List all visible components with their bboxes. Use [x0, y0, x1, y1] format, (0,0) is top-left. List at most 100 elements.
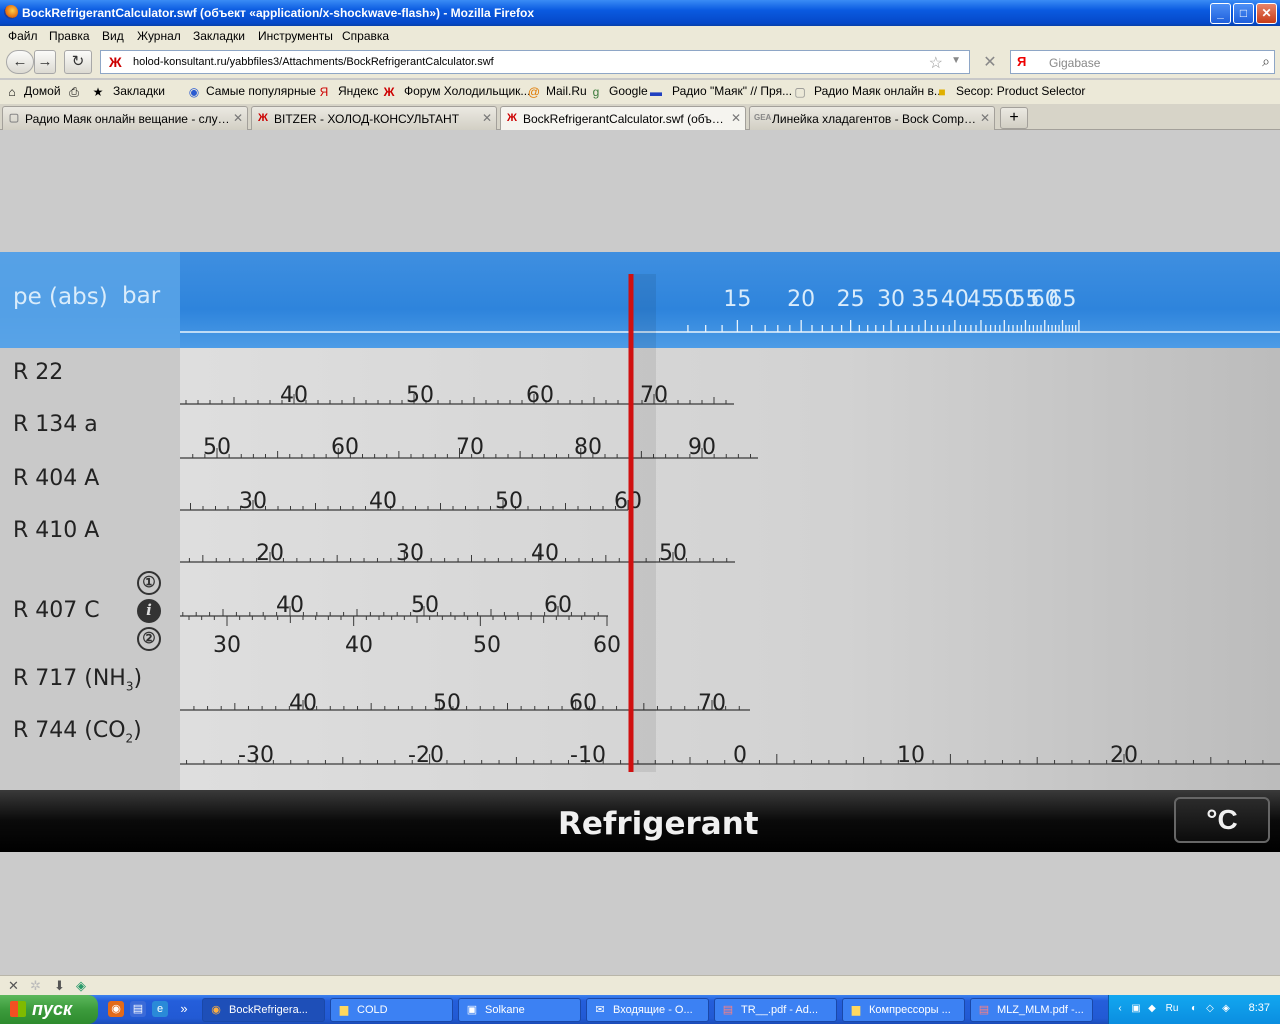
- minimize-button[interactable]: _: [1210, 3, 1231, 24]
- menu-view[interactable]: Вид: [102, 29, 124, 43]
- r717-subscript: 3: [125, 679, 134, 694]
- folder-icon: ▆: [339, 1004, 349, 1016]
- task-compressors-folder[interactable]: ▆ Компрессоры ...: [842, 998, 965, 1022]
- tab-bock-calculator[interactable]: Ж BockRefrigerantCalculator.swf (объект …: [500, 106, 746, 130]
- language-indicator[interactable]: Ru: [1161, 1002, 1183, 1016]
- temperature-tick-label: 50: [473, 633, 501, 658]
- temperature-tick-label: 80: [574, 435, 602, 460]
- new-tab-button[interactable]: +: [1000, 107, 1028, 129]
- bookmark-yandex[interactable]: Яндекс: [338, 84, 378, 98]
- tab-bitzer[interactable]: Ж BITZER - ХОЛОД-КОНСУЛЬТАНТ ✕: [251, 106, 497, 130]
- radio-icon: ▬: [650, 85, 662, 99]
- menu-edit[interactable]: Правка: [49, 29, 90, 43]
- navigation-bar: ← → ↻ Ж holod-konsultant.ru/yabbfiles3/A…: [0, 46, 1280, 78]
- task-solkane[interactable]: ▣ Solkane: [458, 998, 581, 1022]
- app-icon[interactable]: ▣: [1129, 1002, 1143, 1016]
- stop-button[interactable]: ✕: [978, 52, 1002, 72]
- tab-bock-compressors[interactable]: GEA Линейка хладагентов - Bock Compresso…: [749, 106, 995, 130]
- info-icon[interactable]: i: [137, 599, 161, 623]
- menu-help[interactable]: Справка: [342, 29, 389, 43]
- refrigerant-label-r744: R 744 (CO2): [13, 718, 142, 745]
- unit-toggle-button[interactable]: °C: [1174, 797, 1270, 843]
- r407c-bubble-point-button[interactable]: ②: [137, 627, 161, 651]
- temperature-tick-label: 30: [239, 489, 267, 514]
- back-button[interactable]: ←: [6, 50, 34, 74]
- task-tr-pdf[interactable]: ▤ TR__.pdf - Ad...: [714, 998, 837, 1022]
- url-bar[interactable]: Ж holod-konsultant.ru/yabbfiles3/Attachm…: [100, 50, 970, 74]
- task-cold-folder[interactable]: ▆ COLD: [330, 998, 453, 1022]
- bookmark-radio-mayak[interactable]: Радио "Маяк" // Пря...: [672, 84, 792, 98]
- download-icon[interactable]: ⬇: [54, 978, 65, 994]
- tab-radio-mayak[interactable]: ▢ Радио Маяк онлайн вещание - слушать...…: [2, 106, 248, 130]
- menu-bookmarks[interactable]: Закладки: [193, 29, 245, 43]
- temperature-tick-label: 20: [256, 541, 284, 566]
- menu-file[interactable]: Файл: [8, 29, 38, 43]
- pressure-tick-label: 15: [723, 287, 751, 312]
- tab-label: Линейка хладагентов - Bock Compressors: [772, 112, 978, 126]
- forum-icon: Ж: [507, 112, 517, 124]
- close-icon[interactable]: ✕: [482, 111, 492, 125]
- bookmark-google[interactable]: Google: [609, 84, 648, 98]
- close-icon[interactable]: ✕: [980, 111, 990, 125]
- menu-history[interactable]: Журнал: [137, 29, 181, 43]
- menu-tools[interactable]: Инструменты: [258, 29, 333, 43]
- chevron-down-icon[interactable]: ▼: [951, 55, 961, 66]
- home-icon: ⌂: [8, 85, 16, 99]
- print-icon[interactable]: ⎙: [66, 84, 82, 100]
- pressure-tick-label: 30: [877, 287, 905, 312]
- close-icon[interactable]: ✕: [8, 978, 19, 994]
- close-icon[interactable]: ✕: [731, 111, 741, 125]
- search-input[interactable]: Gigabase: [1049, 56, 1100, 70]
- forum-icon: Ж: [383, 85, 395, 99]
- ie-icon[interactable]: e: [152, 1001, 168, 1017]
- slide-rule-scales[interactable]: 1520253035404550556065405060705060708090…: [0, 252, 1280, 790]
- search-bar[interactable]: Я Gigabase ⌕: [1010, 50, 1275, 74]
- bookmark-popular[interactable]: Самые популярные: [206, 84, 316, 98]
- bookmark-radio-online[interactable]: Радио Маяк онлайн в...: [814, 84, 944, 98]
- bookmark-home[interactable]: Домой: [24, 84, 61, 98]
- bookmark-bookmarks[interactable]: Закладки: [113, 84, 165, 98]
- r407c-dew-point-button[interactable]: ①: [137, 571, 161, 595]
- chevron-right-icon[interactable]: »: [176, 1001, 192, 1017]
- firefox-icon[interactable]: ◉: [108, 1001, 124, 1017]
- explorer-icon[interactable]: ▤: [130, 1001, 146, 1017]
- url-text[interactable]: holod-konsultant.ru/yabbfiles3/Attachmen…: [133, 56, 494, 68]
- reload-button[interactable]: ↻: [64, 50, 92, 74]
- bookmark-secop[interactable]: Secop: Product Selector: [956, 84, 1085, 98]
- temperature-tick-label: 60: [331, 435, 359, 460]
- page-icon: ▢: [794, 85, 806, 99]
- secop-icon: ■: [938, 85, 946, 99]
- r744-name: R 744 (CO: [13, 718, 126, 743]
- yandex-icon[interactable]: Я: [1017, 54, 1026, 69]
- bookmark-mailru[interactable]: Mail.Ru: [546, 84, 587, 98]
- window-title: BockRefrigerantCalculator.swf (объект «a…: [22, 6, 535, 20]
- shield-icon[interactable]: ◆: [1145, 1002, 1159, 1016]
- temperature-tick-label: 10: [897, 743, 925, 768]
- star-icon[interactable]: ☆: [929, 53, 943, 73]
- maximize-button[interactable]: □: [1233, 3, 1254, 24]
- temperature-tick-label: 40: [289, 691, 317, 716]
- addon-icon[interactable]: ◈: [76, 978, 86, 994]
- temperature-tick-label: 60: [526, 383, 554, 408]
- task-mlz-pdf[interactable]: ▤ MLZ_MLM.pdf -...: [970, 998, 1093, 1022]
- forward-button[interactable]: →: [34, 50, 56, 74]
- close-button[interactable]: ✕: [1256, 3, 1277, 24]
- mail-icon: @: [527, 85, 541, 99]
- temperature-tick-label: 50: [203, 435, 231, 460]
- temperature-tick-label: 50: [495, 489, 523, 514]
- pressure-tick-label: 65: [1048, 287, 1076, 312]
- network-icon[interactable]: ◇: [1203, 1002, 1217, 1016]
- volume-icon[interactable]: ◐: [1187, 1002, 1201, 1016]
- start-button[interactable]: пуск: [0, 995, 98, 1024]
- search-icon[interactable]: ⌕: [1262, 53, 1270, 70]
- window-title-bar: BockRefrigerantCalculator.swf (объект «a…: [0, 0, 1280, 26]
- temperature-tick-label: 70: [698, 691, 726, 716]
- task-label: BockRefrigera...: [229, 1004, 308, 1016]
- task-inbox[interactable]: ✉ Входящие - О...: [586, 998, 709, 1022]
- bookmark-forum[interactable]: Форум Холодильщик...: [404, 84, 530, 98]
- chevron-left-icon[interactable]: ‹: [1113, 1002, 1127, 1016]
- close-icon[interactable]: ✕: [233, 111, 243, 125]
- clock: 8:37: [1248, 1002, 1270, 1014]
- task-bock-calculator[interactable]: ◉ BockRefrigera...: [202, 998, 325, 1022]
- chat-icon[interactable]: ◈: [1219, 1002, 1233, 1016]
